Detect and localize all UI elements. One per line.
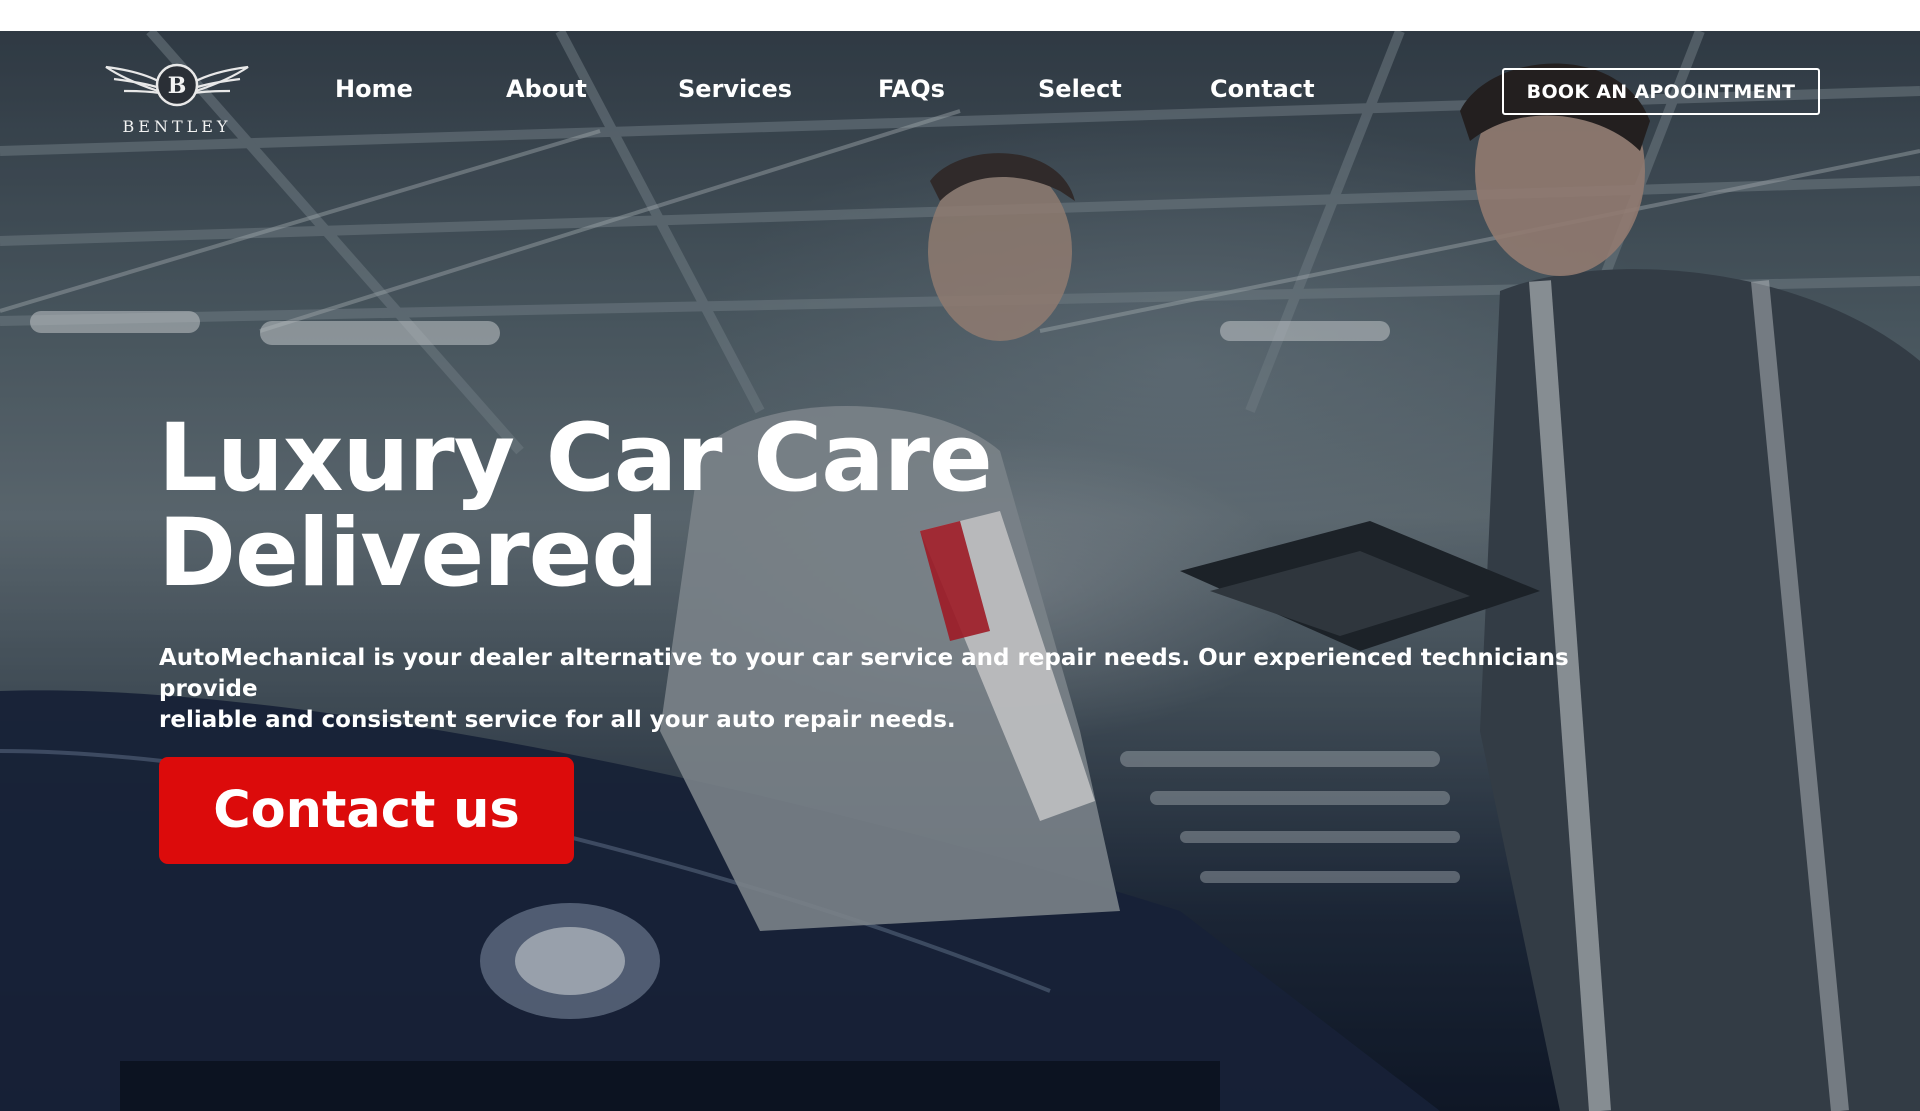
logo-letter: B [168, 73, 187, 99]
book-appointment-button[interactable]: BOOK AN APOOINTMENT [1502, 68, 1820, 115]
hero-headline: Luxury Car Care Delivered [158, 411, 1058, 601]
nav-item-select[interactable]: Select [1038, 75, 1122, 103]
winged-b-icon: B [105, 63, 249, 107]
top-white-strip [0, 0, 1920, 31]
logo-wordmark: BENTLEY [122, 117, 232, 136]
hero-headline-line-1: Luxury Car Care [158, 404, 993, 513]
nav-item-home[interactable]: Home [335, 75, 413, 103]
nav-item-faqs[interactable]: FAQs [878, 75, 945, 103]
nav-item-services[interactable]: Services [678, 75, 792, 103]
hero-section: B BENTLEY Home About Services FAQs Selec… [0, 31, 1920, 1111]
hero-description-line-1: AutoMechanical is your dealer alternativ… [159, 645, 1569, 702]
nav-item-about[interactable]: About [506, 75, 587, 103]
nav-item-contact[interactable]: Contact [1210, 75, 1315, 103]
hero-headline-line-2: Delivered [158, 499, 659, 608]
hero-description: AutoMechanical is your dealer alternativ… [159, 643, 1579, 736]
contact-us-button[interactable]: Contact us [159, 757, 574, 864]
hero-description-line-2: reliable and consistent service for all … [159, 707, 956, 733]
bentley-logo[interactable]: B BENTLEY [104, 61, 250, 141]
